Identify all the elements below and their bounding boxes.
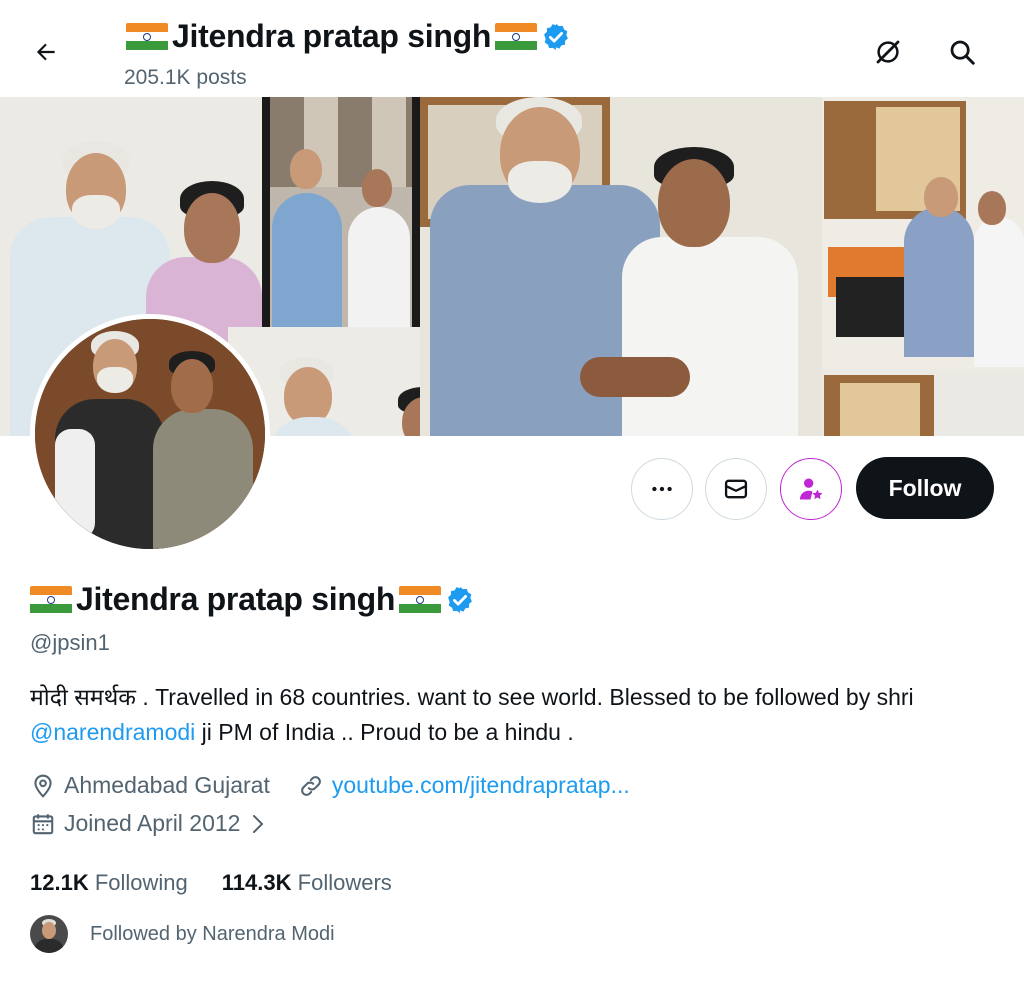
india-flag-icon xyxy=(399,585,442,614)
followers-label: Followers xyxy=(297,870,392,895)
follow-button[interactable]: Follow xyxy=(856,457,994,519)
more-button[interactable] xyxy=(631,458,693,520)
following-link[interactable]: 12.1K Following xyxy=(30,870,188,896)
location-icon xyxy=(34,774,52,798)
banner-photo xyxy=(822,369,1024,436)
message-button[interactable] xyxy=(705,458,767,520)
subscribe-button[interactable] xyxy=(780,458,842,520)
link-icon xyxy=(300,775,321,796)
bio-text: ji PM of India .. Proud to be a hindu . xyxy=(195,719,574,745)
avatar xyxy=(30,915,68,953)
india-flag-icon xyxy=(126,22,168,51)
grok-button[interactable] xyxy=(866,30,910,74)
followed-by-text: Followed by Narendra Modi xyxy=(90,922,335,945)
more-icon xyxy=(652,486,672,492)
followers-link[interactable]: 114.3K Followers xyxy=(222,870,392,896)
search-icon xyxy=(950,40,975,65)
profile-bio: मोदी समर्थक . Travelled in 68 countries.… xyxy=(30,680,1010,750)
verified-badge-icon[interactable] xyxy=(445,585,475,615)
india-flag-icon xyxy=(495,22,538,51)
profile-meta: Ahmedabad Gujarat youtube.com/jitendrapr… xyxy=(30,772,630,799)
following-count: 12.1K xyxy=(30,870,89,895)
join-date: Joined April 2012 xyxy=(30,810,268,837)
followers-count: 114.3K xyxy=(221,870,292,895)
profile-avatar[interactable] xyxy=(30,314,270,554)
calendar-icon xyxy=(32,813,54,834)
back-button[interactable] xyxy=(26,32,66,72)
header-title: Jitendra pratap singh xyxy=(126,18,571,55)
india-flag-icon xyxy=(30,585,72,614)
banner-photo xyxy=(420,97,822,436)
bio-text: मोदी समर्थक . Travelled in 68 countries.… xyxy=(30,684,914,710)
join-date-text: Joined April 2012 xyxy=(64,810,241,836)
website-link[interactable]: youtube.com/jitendrapratap... xyxy=(332,772,630,799)
following-label: Following xyxy=(94,870,188,895)
header-name: Jitendra pratap singh xyxy=(172,18,492,54)
mention-link[interactable]: @narendramodi xyxy=(30,719,195,745)
chevron-right-icon[interactable] xyxy=(248,812,268,836)
verified-badge-icon xyxy=(541,22,571,52)
location-text: Ahmedabad Gujarat xyxy=(64,772,270,798)
followed-by[interactable]: Followed by Narendra Modi xyxy=(30,915,335,953)
profile-meta: Joined April 2012 xyxy=(30,810,268,837)
grok-icon xyxy=(876,40,900,64)
banner-photo xyxy=(262,97,420,327)
display-name-text: Jitendra pratap singh xyxy=(76,581,396,617)
display-name: Jitendra pratap singh xyxy=(30,581,475,618)
profile-header: Jitendra pratap singh 205.1K posts xyxy=(0,0,1024,97)
location: Ahmedabad Gujarat xyxy=(30,772,270,799)
user-handle: @jpsin1 xyxy=(30,630,110,655)
search-button[interactable] xyxy=(940,30,984,74)
website[interactable]: youtube.com/jitendrapratap... xyxy=(298,772,630,799)
subscribe-icon xyxy=(799,478,823,500)
back-arrow-icon xyxy=(36,43,55,61)
banner-photo xyxy=(822,97,1024,369)
follow-stats: 12.1K Following 114.3K Followers xyxy=(30,870,392,896)
post-count: 205.1K posts xyxy=(124,66,247,89)
message-icon xyxy=(724,479,748,499)
